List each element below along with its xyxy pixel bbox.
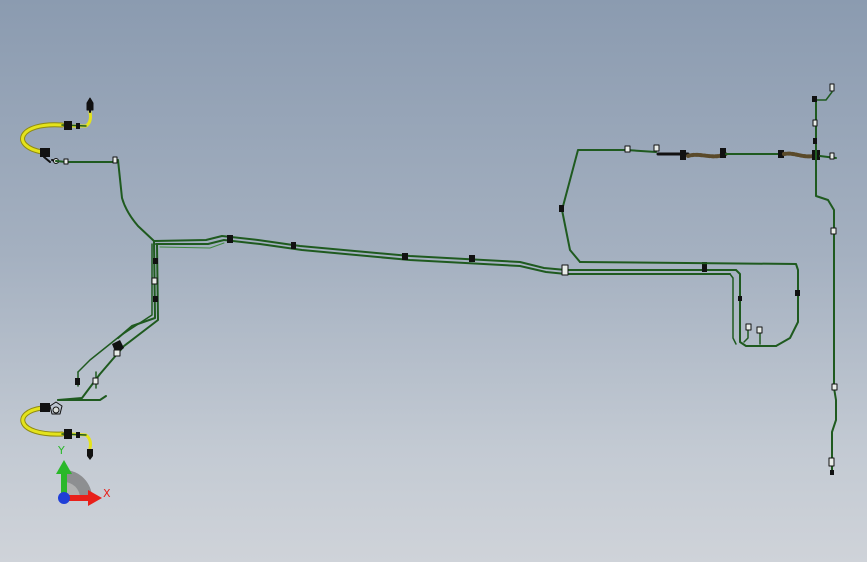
triad-y-label: Y [58,444,65,457]
graphics-viewport[interactable]: X Y [0,0,867,562]
far-right-vertical-lines[interactable] [812,83,838,475]
upper-left-end-fitting[interactable] [86,97,94,111]
hose-bracket[interactable] [653,144,660,152]
lower-left-hose-fitting[interactable] [64,429,72,439]
upper-left-hose-assembly[interactable] [20,97,155,242]
upper-left-tube[interactable] [55,159,155,242]
trunk-clip[interactable] [227,235,233,243]
upper-right-lines[interactable] [559,144,837,263]
far-right-top-fitting[interactable] [829,83,835,92]
upper-right-return-tube[interactable] [561,149,657,263]
left-junction-lines[interactable] [57,240,159,401]
far-right-bottom-fitting[interactable] [828,457,835,467]
lower-left-hose-yellow-end[interactable] [70,432,92,450]
triad-origin [58,492,70,504]
lower-left-end-fitting[interactable] [87,449,93,460]
upper-left-clip[interactable] [112,156,118,164]
upper-left-hose-yellow-end[interactable] [70,110,92,128]
rear-loop-inner[interactable] [735,269,777,347]
brake-line-assembly-model[interactable] [0,0,867,562]
left-vertical-tube-a[interactable] [117,240,156,339]
triad-x-label: X [103,487,111,500]
coordinate-triad [56,460,102,506]
upper-left-hose-fitting[interactable] [64,121,72,130]
main-trunk-lines[interactable] [153,235,737,276]
trunk-junction-clip[interactable] [561,264,569,276]
